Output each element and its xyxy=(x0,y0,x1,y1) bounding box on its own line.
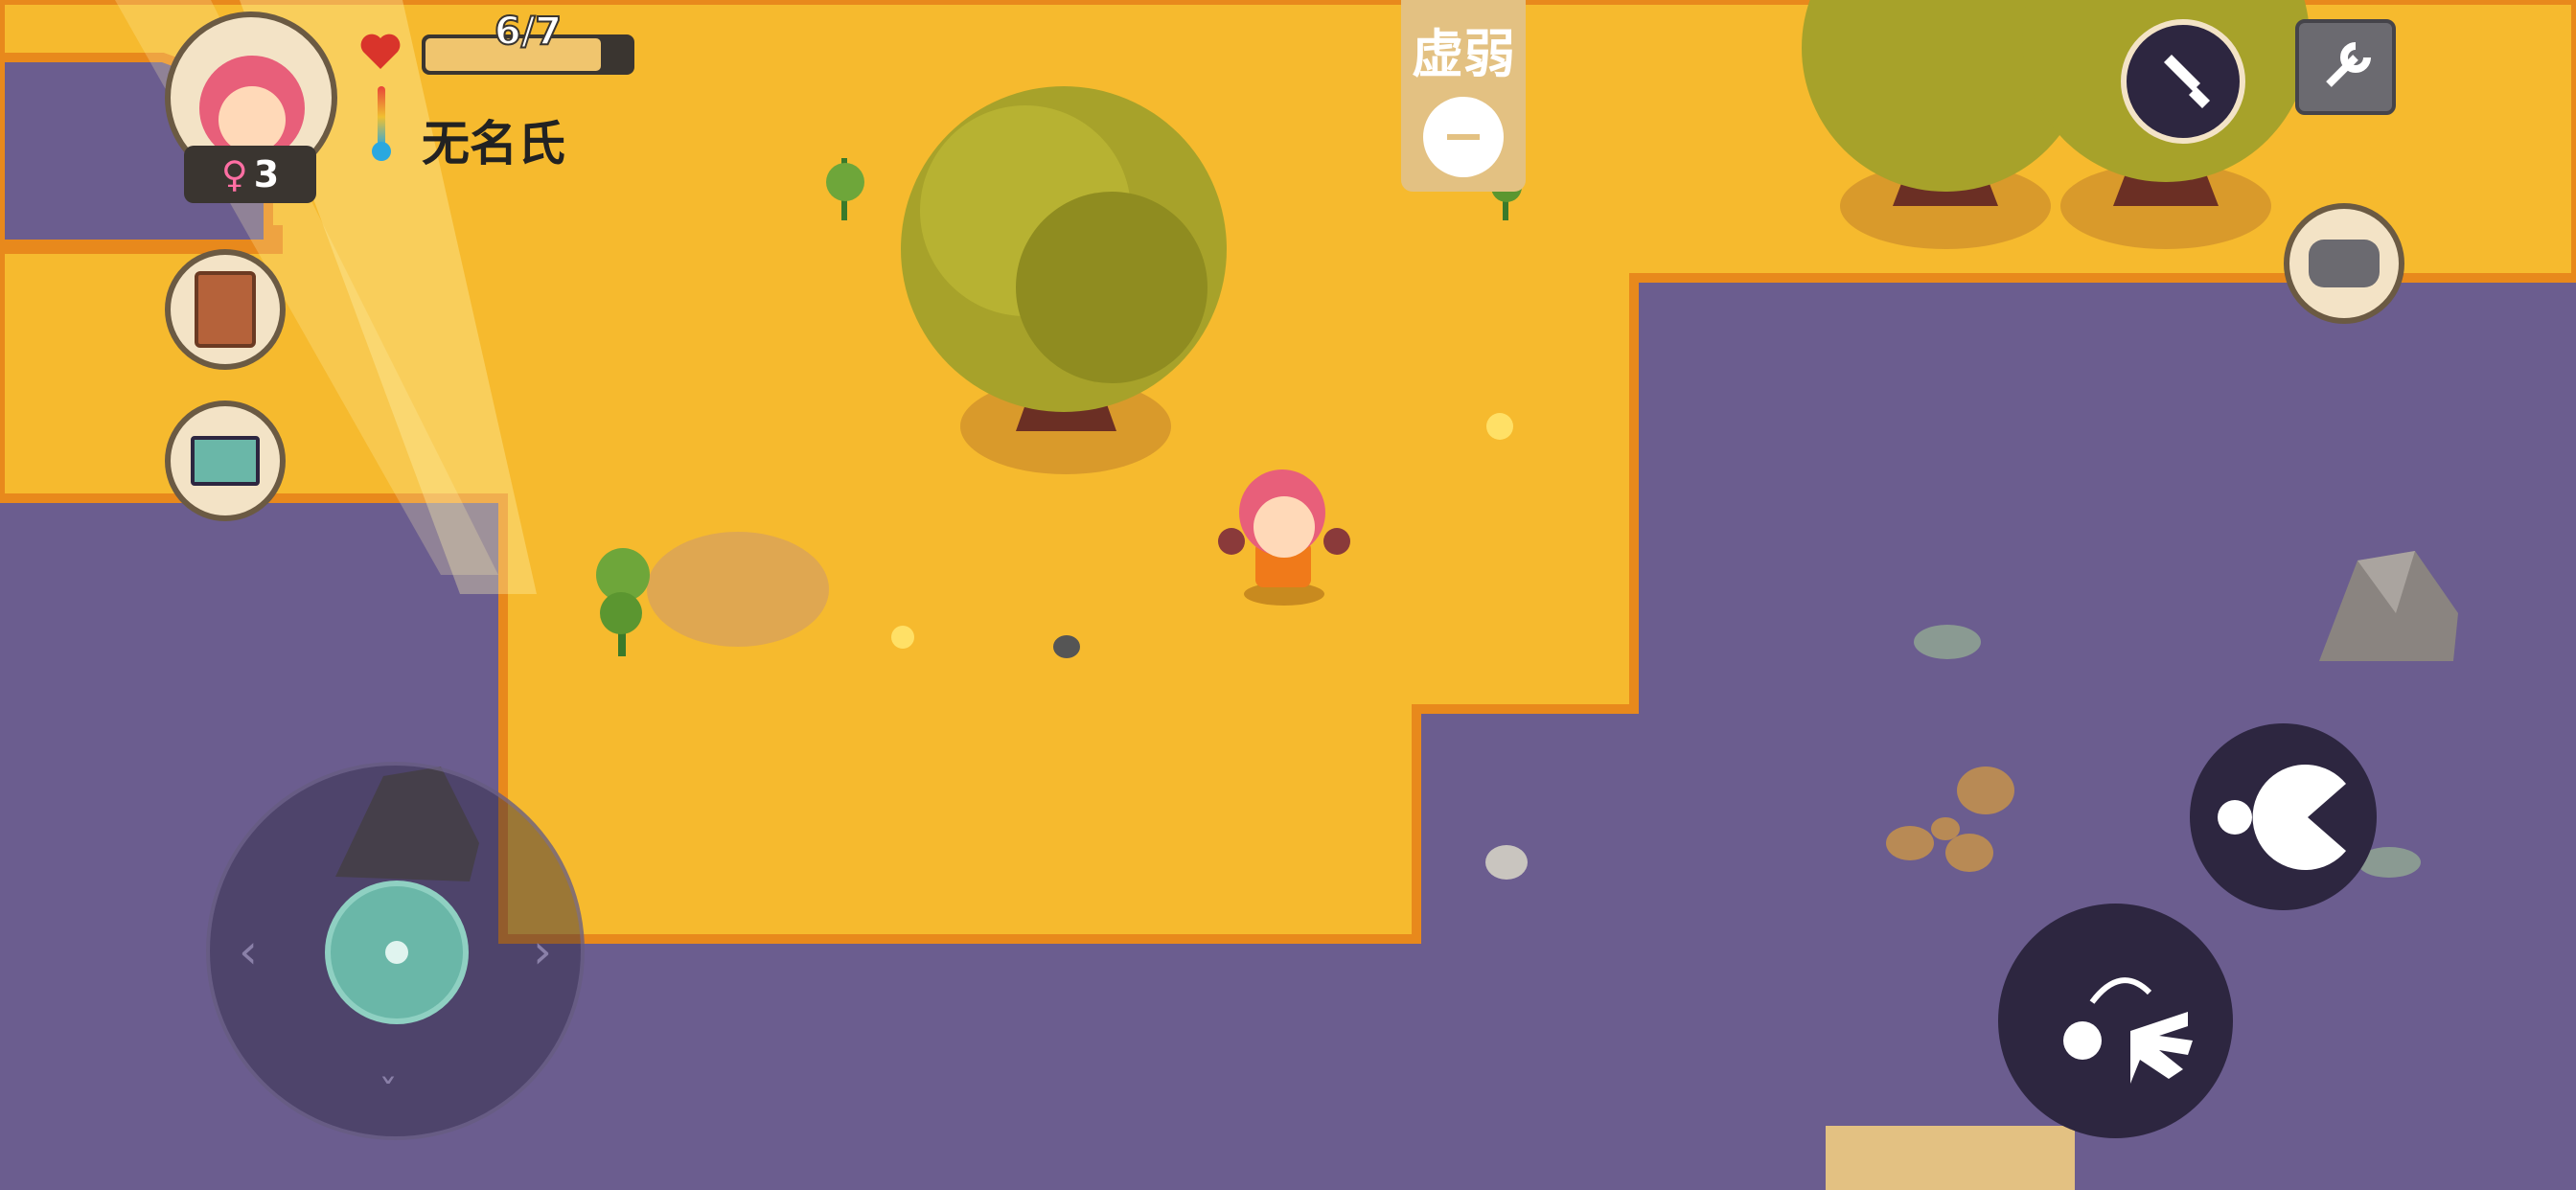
chat-bubble-icon xyxy=(2309,240,2380,287)
settings-button[interactable] xyxy=(2295,19,2396,115)
age-value: 3 xyxy=(253,153,280,195)
flat-stone[interactable] xyxy=(1914,625,1981,659)
chat-button[interactable] xyxy=(2284,203,2404,324)
eat-button[interactable] xyxy=(2190,723,2377,910)
grab-button[interactable] xyxy=(1998,904,2233,1138)
player-name: 无名氏 xyxy=(422,116,565,172)
joystick-right-arrow: › xyxy=(533,924,552,979)
status-effect: 虚弱 xyxy=(1401,0,1526,192)
age-badge: ♀ 3 xyxy=(184,146,316,203)
small-stone[interactable] xyxy=(1053,635,1080,658)
sword-button[interactable] xyxy=(2121,19,2245,144)
health-text: 6/7 xyxy=(494,9,563,55)
status-label: 虚弱 xyxy=(1412,24,1515,84)
wrench-icon xyxy=(2325,42,2371,87)
thermometer-icon xyxy=(372,86,391,163)
joystick-down-arrow: ˇ xyxy=(379,1073,398,1117)
sword-icon xyxy=(2164,55,2210,108)
joystick-knob[interactable] xyxy=(325,881,469,1024)
eat-icon xyxy=(2217,764,2346,870)
cart-icon xyxy=(191,436,260,486)
heart-icon xyxy=(359,33,402,71)
shop-button[interactable] xyxy=(165,400,286,521)
joystick-left-arrow: ‹ xyxy=(239,924,258,979)
book-icon xyxy=(195,271,256,348)
recipe-book-button[interactable] xyxy=(165,249,286,370)
weak-face-icon xyxy=(1423,97,1504,177)
round-stone[interactable] xyxy=(1485,845,1528,880)
grab-throw-icon xyxy=(2062,976,2193,1084)
gender-icon: ♀ xyxy=(220,153,248,195)
movement-joystick[interactable]: ‹ › ˇ xyxy=(206,762,585,1140)
